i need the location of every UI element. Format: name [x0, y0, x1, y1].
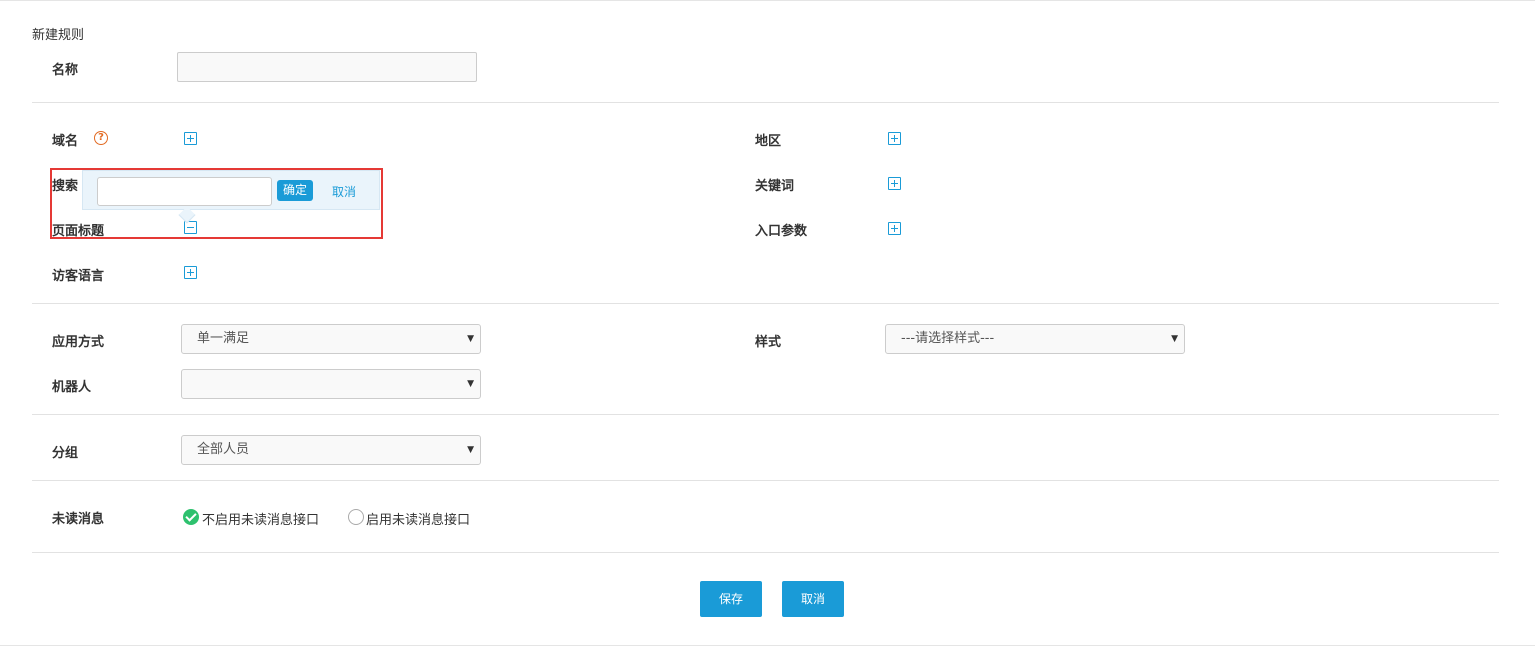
group-label: 分组	[52, 446, 79, 461]
domain-label: 域名	[52, 134, 79, 149]
save-button[interactable]: 保存	[700, 581, 762, 617]
unread-label: 未读消息	[52, 512, 105, 527]
keyword-add-icon[interactable]	[888, 177, 901, 190]
name-input[interactable]	[177, 52, 477, 82]
form-container	[0, 0, 1535, 646]
domain-add-icon[interactable]	[184, 132, 197, 145]
divider	[32, 414, 1499, 415]
style-select[interactable]: ---请选择样式--- ▼	[885, 324, 1185, 354]
group-value: 全部人员	[197, 442, 250, 457]
dropdown-arrow-icon: ▼	[467, 445, 474, 455]
region-add-icon[interactable]	[888, 132, 901, 145]
unread-option-enable[interactable]: 启用未读消息接口	[366, 509, 470, 528]
dropdown-arrow-icon: ▼	[467, 334, 474, 344]
cancel-button[interactable]: 取消	[782, 581, 844, 617]
visitor-language-label: 访客语言	[52, 269, 105, 284]
visitor-language-add-icon[interactable]	[184, 266, 197, 279]
style-value: ---请选择样式---	[901, 331, 995, 346]
highlight-box	[50, 168, 383, 239]
unread-option-disable[interactable]: 不启用未读消息接口	[202, 509, 319, 528]
page-title: 新建规则	[32, 28, 85, 43]
divider	[32, 552, 1499, 553]
apply-mode-select[interactable]: 单一满足 ▼	[181, 324, 481, 354]
robot-label: 机器人	[52, 380, 92, 395]
region-label: 地区	[755, 134, 782, 149]
entry-params-add-icon[interactable]	[888, 222, 901, 235]
style-label: 样式	[755, 335, 782, 350]
dropdown-arrow-icon: ▼	[1171, 334, 1178, 344]
divider	[32, 303, 1499, 304]
name-label: 名称	[52, 63, 79, 78]
robot-select[interactable]: ▼	[181, 369, 481, 399]
dropdown-arrow-icon: ▼	[467, 379, 474, 389]
apply-mode-value: 单一满足	[197, 331, 250, 346]
divider	[32, 102, 1499, 103]
entry-params-label: 入口参数	[755, 224, 808, 239]
apply-mode-label: 应用方式	[52, 335, 105, 350]
keyword-label: 关键词	[755, 179, 795, 194]
help-icon[interactable]: ?	[94, 131, 108, 145]
radio-unchecked-icon[interactable]	[348, 509, 364, 525]
group-select[interactable]: 全部人员 ▼	[181, 435, 481, 465]
divider	[32, 480, 1499, 481]
radio-checked-icon[interactable]	[183, 509, 199, 525]
